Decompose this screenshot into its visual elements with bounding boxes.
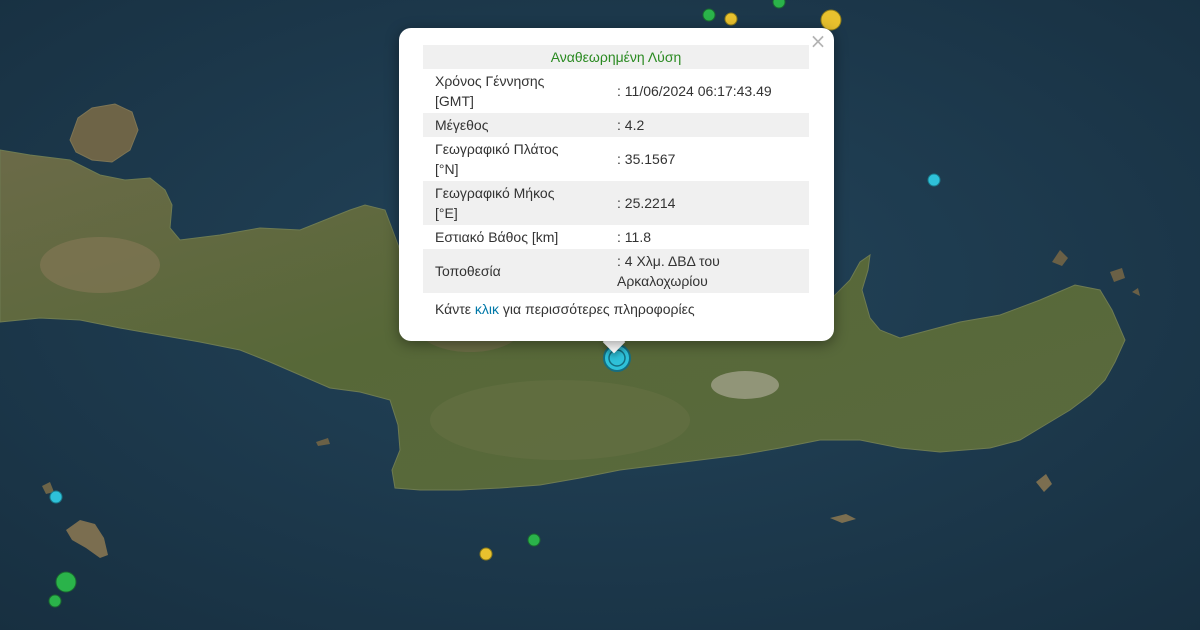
detail-row-latitude: Γεωγραφικό Πλάτος [°N] : 35.1567: [423, 137, 809, 181]
terrain-plain: [430, 380, 690, 460]
terrain-white-mountains: [40, 237, 160, 293]
more-info-link[interactable]: κλικ: [475, 301, 499, 317]
detail-row-magnitude: Μέγεθος : 4.2: [423, 113, 809, 137]
popup-title: Αναθεωρημένη Λύση: [423, 45, 809, 69]
popup-title-row: Αναθεωρημένη Λύση: [423, 45, 809, 69]
detail-row-origin-time: Χρόνος Γέννησης [GMT] : 11/06/2024 06:17…: [423, 69, 809, 113]
footer-text-after: για περισσότερες πληροφορίες: [499, 301, 695, 317]
earthquake-popup: × Αναθεωρημένη Λύση Χρόνος Γέννησης [GMT…: [399, 28, 834, 341]
detail-label: Τοποθεσία: [423, 249, 593, 293]
detail-value: : 35.1567: [617, 151, 676, 167]
detail-value: : 11.8: [617, 229, 651, 245]
detail-label: Εστιακό Βάθος [km]: [435, 229, 559, 245]
earthquake-marker[interactable]: [49, 490, 63, 504]
detail-label: Χρόνος Γέννησης [GMT]: [435, 73, 545, 109]
close-icon[interactable]: ×: [808, 31, 828, 51]
detail-value: : 4.2: [593, 113, 809, 137]
detail-value: : 4 Χλμ. ΔΒΔ του Αρκαλοχωρίου: [593, 249, 809, 293]
earthquake-marker[interactable]: [479, 547, 493, 561]
earthquake-marker[interactable]: [55, 571, 77, 593]
detail-value: : 11/06/2024 06:17:43.49: [617, 83, 772, 99]
detail-row-longitude: Γεωγραφικό Μήκος [°E] : 25.2214: [423, 181, 809, 225]
earthquake-marker[interactable]: [48, 594, 62, 608]
detail-value: : 25.2214: [593, 181, 809, 225]
detail-row-depth: Εστιακό Βάθος [km] : 11.8: [423, 225, 809, 249]
detail-label: Μέγεθος: [423, 113, 593, 137]
earthquake-marker[interactable]: [820, 9, 842, 31]
earthquake-marker[interactable]: [927, 173, 941, 187]
detail-row-location: Τοποθεσία : 4 Χλμ. ΔΒΔ του Αρκαλοχωρίου: [423, 249, 809, 293]
earthquake-marker[interactable]: [724, 12, 738, 26]
popup-footer: Κάντε κλικ για περισσότερες πληροφορίες: [435, 301, 695, 317]
terrain-dikti: [711, 371, 779, 399]
earthquake-marker[interactable]: [527, 533, 541, 547]
detail-label: Γεωγραφικό Μήκος [°E]: [423, 181, 593, 225]
earthquake-marker[interactable]: [702, 8, 716, 22]
earthquake-details-table: Αναθεωρημένη Λύση Χρόνος Γέννησης [GMT] …: [423, 45, 809, 293]
footer-text-before: Κάντε: [435, 301, 475, 317]
earthquake-marker[interactable]: [772, 0, 786, 9]
detail-label: Γεωγραφικό Πλάτος [°N]: [435, 141, 559, 177]
